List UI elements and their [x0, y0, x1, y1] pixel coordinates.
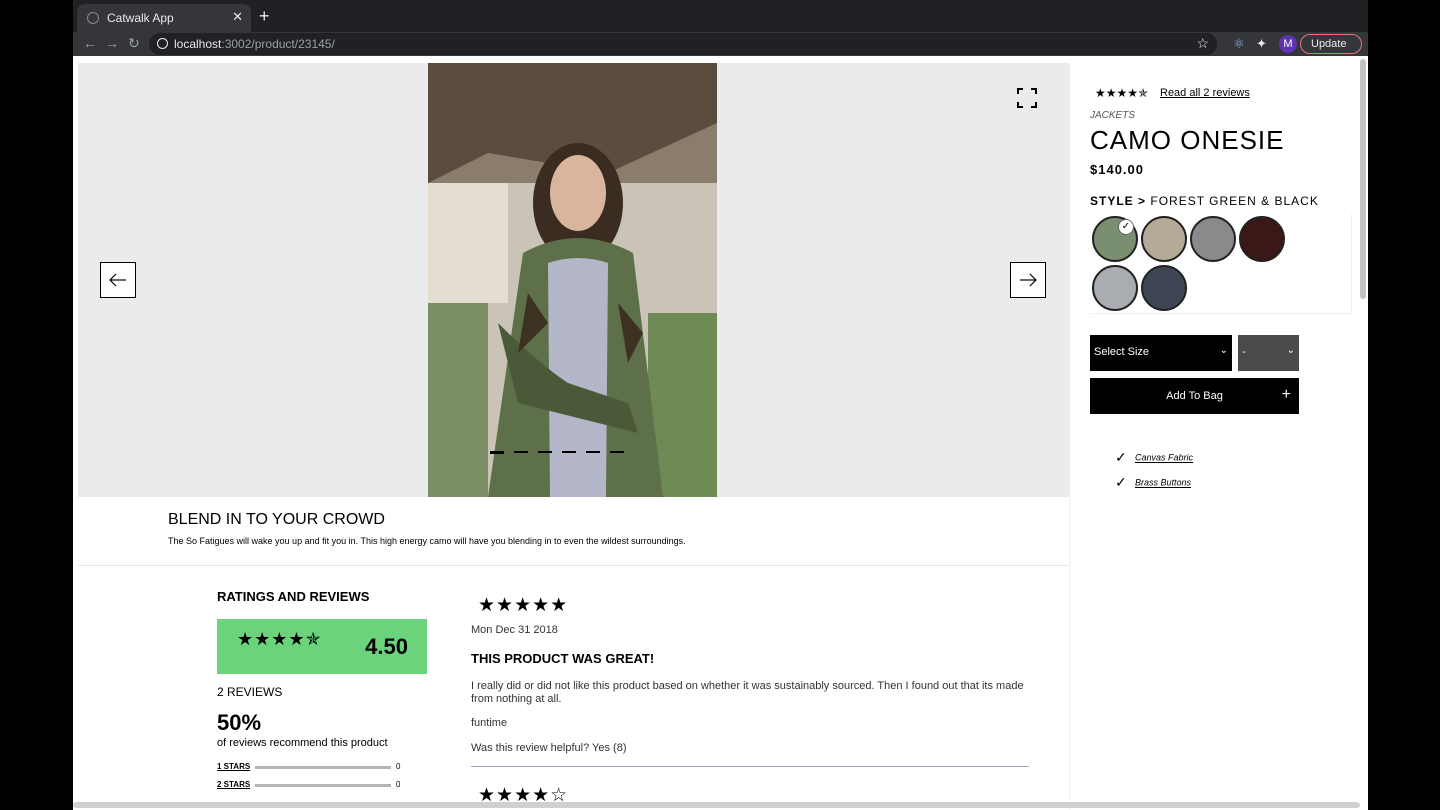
- tab-title: Catwalk App: [107, 11, 174, 25]
- average-rating-box: ★★★★✯ 4.50: [217, 619, 427, 674]
- product-stars: ★★★★✯: [1095, 86, 1149, 100]
- indicator[interactable]: [586, 451, 600, 453]
- ratings-title: RATINGS AND REVIEWS: [217, 589, 370, 604]
- feature-item: ✓ Brass Buttons: [1115, 474, 1192, 490]
- star-breakdown-row[interactable]: 2 STARS 0: [217, 780, 417, 792]
- browser-window: Catwalk App ✕ + ← → ↻ localhost:3002/pro…: [73, 0, 1368, 810]
- review-username: funtime: [471, 717, 508, 729]
- product-category: JACKETS: [1090, 110, 1136, 121]
- review-stars: ★★★★★: [478, 595, 569, 616]
- chevron-down-icon: ⌄: [1219, 345, 1228, 356]
- average-stars: ★★★★✯: [237, 629, 322, 649]
- profile-avatar[interactable]: M: [1279, 35, 1297, 53]
- star-breakdown-label[interactable]: 2 STARS: [217, 780, 250, 789]
- chevron-down-icon: ⌄: [1286, 345, 1295, 356]
- product-price: $140.00: [1090, 162, 1144, 177]
- star-breakdown-row[interactable]: 1 STARS 0: [217, 762, 417, 774]
- prev-image-button[interactable]: [100, 262, 136, 298]
- add-to-bag-button[interactable]: Add To Bag +: [1090, 378, 1299, 414]
- url-text: localhost:3002/product/23145/: [174, 37, 335, 51]
- feature-item: ✓ Canvas Fabric: [1115, 449, 1194, 465]
- quantity-select[interactable]: - ⌄: [1238, 335, 1299, 371]
- average-rating: 4.50: [365, 634, 408, 659]
- recommend-percent: 50%: [217, 710, 262, 735]
- vertical-scrollbar[interactable]: [1360, 59, 1366, 299]
- horizontal-scrollbar[interactable]: [73, 802, 1360, 808]
- reload-icon[interactable]: ↻: [128, 35, 140, 52]
- indicator[interactable]: [610, 451, 624, 453]
- indicator-active[interactable]: [490, 451, 504, 454]
- product-photo[interactable]: [428, 63, 717, 497]
- indicator[interactable]: [538, 451, 552, 453]
- star-breakdown-bar: [255, 766, 391, 769]
- tab-bar: Catwalk App ✕ +: [73, 0, 1368, 32]
- style-swatch[interactable]: [1190, 216, 1236, 262]
- tab-catwalk[interactable]: Catwalk App ✕: [77, 4, 251, 32]
- plus-icon: +: [1281, 386, 1291, 403]
- style-swatch[interactable]: [1141, 216, 1187, 262]
- recommend-text: of reviews recommend this product: [217, 737, 388, 749]
- next-image-button[interactable]: [1010, 262, 1046, 298]
- read-reviews-link[interactable]: Read all 2 reviews: [1160, 87, 1250, 99]
- size-select[interactable]: Select Size ⌄: [1090, 335, 1232, 371]
- info-icon[interactable]: [157, 38, 168, 49]
- react-devtools-icon[interactable]: ⚛: [1233, 36, 1245, 52]
- divider: [78, 565, 1069, 566]
- globe-icon: [87, 12, 99, 24]
- review-helpful[interactable]: Was this review helpful? Yes (8): [471, 742, 627, 754]
- fullscreen-icon[interactable]: [1017, 88, 1037, 108]
- product-name: CAMO ONESIE: [1090, 125, 1285, 155]
- review-divider: [471, 766, 1029, 767]
- star-breakdown-bar: [255, 784, 391, 787]
- reviews-count: 2 REVIEWS: [217, 685, 283, 699]
- address-bar[interactable]: localhost:3002/product/23145/ ☆: [149, 33, 1217, 55]
- style-swatch[interactable]: [1092, 265, 1138, 311]
- bookmark-star-icon[interactable]: ☆: [1196, 35, 1209, 52]
- review-title: THIS PRODUCT WAS GREAT!: [471, 651, 655, 666]
- selected-check-icon: ✓: [1118, 219, 1134, 235]
- style-swatch[interactable]: [1141, 265, 1187, 311]
- image-indicators: [490, 451, 630, 455]
- review-date: Mon Dec 31 2018: [471, 624, 558, 636]
- checkmark-icon: ✓: [1115, 449, 1127, 465]
- star-breakdown-count: 0: [396, 780, 401, 789]
- overview-description: The So Fatigues will wake you up and fit…: [168, 536, 686, 546]
- style-swatch[interactable]: [1239, 216, 1285, 262]
- review-body: I really did or did not like this produc…: [471, 680, 1024, 705]
- new-tab-icon[interactable]: +: [259, 6, 270, 27]
- star-breakdown-label[interactable]: 1 STARS: [217, 762, 250, 771]
- update-button[interactable]: Update ⋮: [1300, 34, 1362, 68]
- overview-slogan: BLEND IN TO YOUR CROWD: [168, 511, 385, 528]
- style-label: STYLE > FOREST GREEN & BLACK: [1090, 194, 1319, 208]
- star-breakdown-count: 0: [396, 762, 401, 771]
- back-icon[interactable]: ←: [83, 35, 97, 51]
- style-name: FOREST GREEN & BLACK: [1150, 194, 1319, 208]
- browser-toolbar: ← → ↻ localhost:3002/product/23145/ ☆ ⚛ …: [73, 32, 1368, 68]
- divider: [1069, 63, 1070, 810]
- indicator[interactable]: [562, 451, 576, 453]
- forward-icon[interactable]: →: [105, 35, 119, 51]
- extensions-icon[interactable]: ✦: [1256, 36, 1267, 52]
- product-page: BLEND IN TO YOUR CROWD The So Fatigues w…: [73, 56, 1368, 810]
- close-tab-icon[interactable]: ✕: [232, 9, 243, 25]
- indicator[interactable]: [514, 451, 528, 453]
- image-gallery: [78, 63, 1069, 497]
- checkmark-icon: ✓: [1115, 474, 1127, 490]
